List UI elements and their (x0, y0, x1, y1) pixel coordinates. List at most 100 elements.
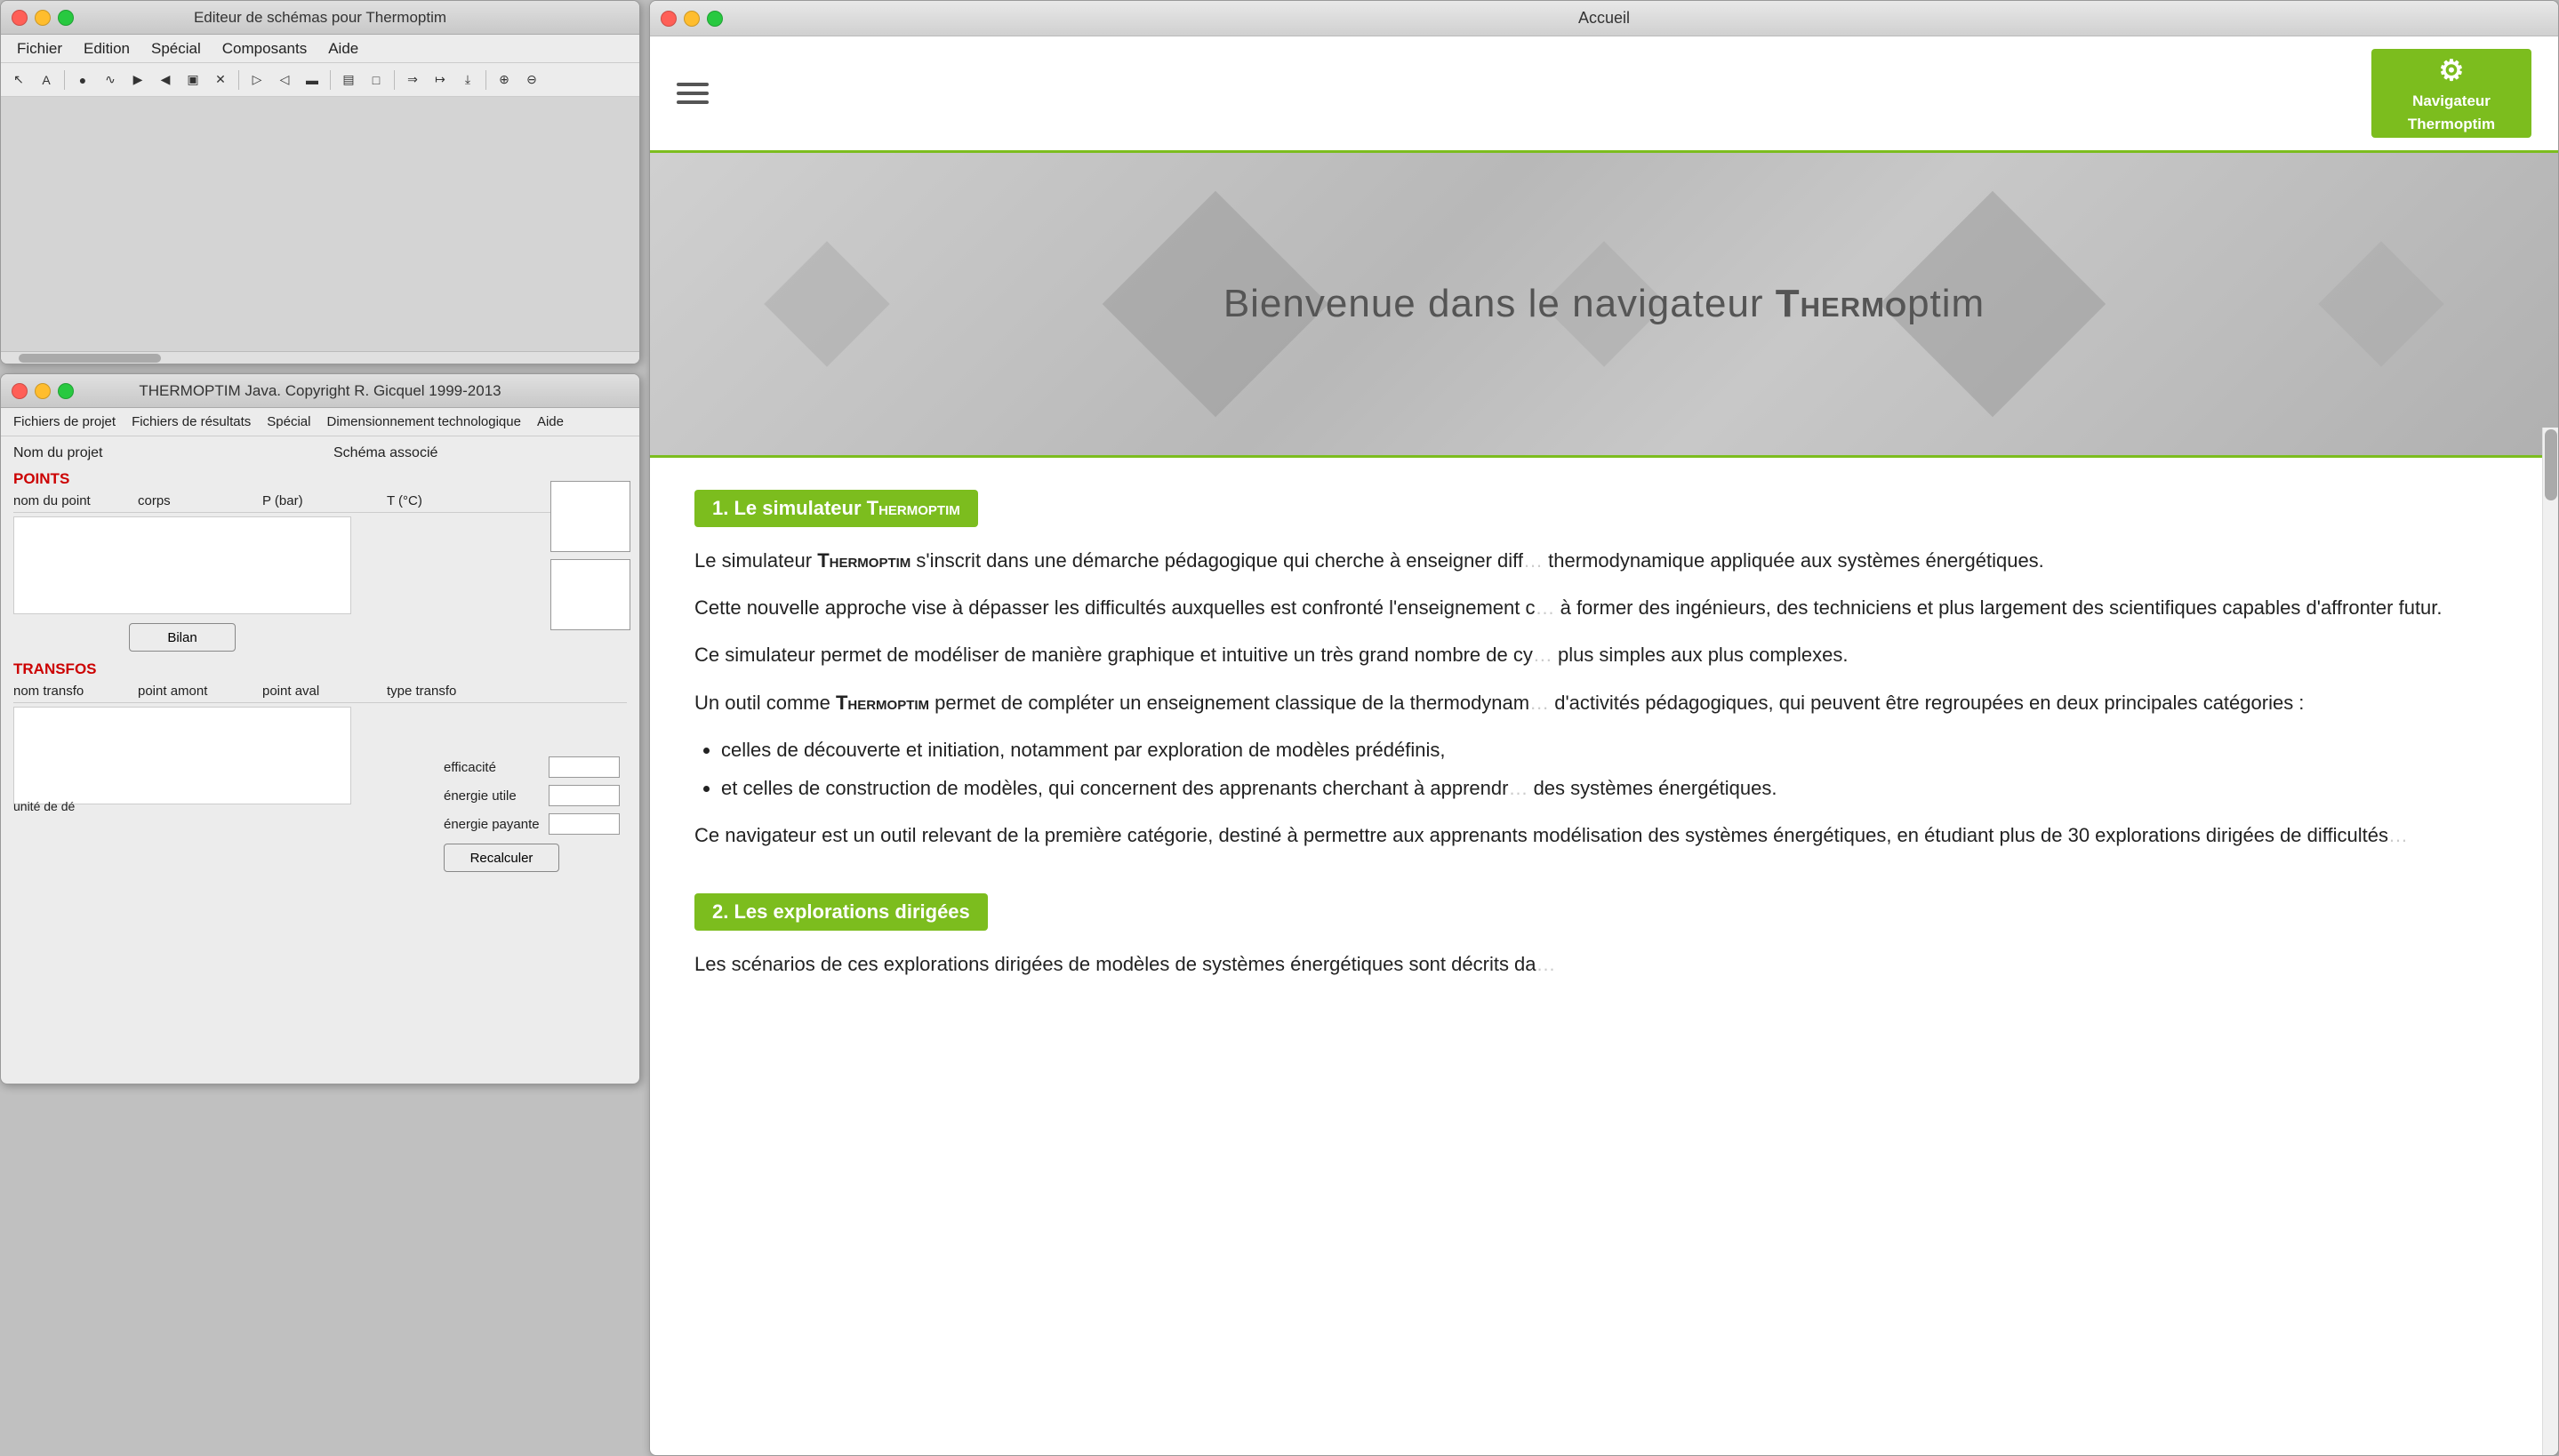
thermo-menu-aide[interactable]: Aide (530, 412, 571, 431)
tool-rect[interactable]: ▬ (300, 68, 325, 92)
tool-box[interactable]: ▣ (180, 68, 205, 92)
menu-fichier[interactable]: Fichier (8, 38, 71, 60)
thermo-header-p-bar: P (bar) (262, 493, 351, 508)
nav-scrollbar-thumb[interactable] (2545, 429, 2557, 500)
thermo-header-type-transfo: type transfo (387, 684, 476, 699)
efficacite-input[interactable] (549, 756, 620, 778)
editor-minimize-button[interactable] (35, 10, 51, 26)
menu-composants[interactable]: Composants (213, 38, 316, 60)
tool-select[interactable]: ↖ (6, 68, 31, 92)
thermo-box-2[interactable] (550, 559, 630, 630)
logo-line2: Thermoptim (2408, 116, 2495, 133)
thermo-menu-fichiers-resultats[interactable]: Fichiers de résultats (124, 412, 258, 431)
tool-cross[interactable]: ✕ (208, 68, 233, 92)
energie-payante-input[interactable] (549, 813, 620, 835)
tool-zoom-in[interactable]: ⊕ (492, 68, 517, 92)
tool-arrow-right[interactable]: ▶ (125, 68, 150, 92)
toolbar-sep-1 (64, 70, 65, 90)
thermo-transfos-header: nom transfo point amont point aval type … (13, 684, 627, 703)
thermo-menu-special[interactable]: Spécial (260, 412, 317, 431)
tool-zoom-out[interactable]: ⊖ (519, 68, 544, 92)
thermo-window-controls (12, 383, 74, 399)
hero-brand: Thermo (1776, 282, 1907, 325)
recalculer-button[interactable]: Recalculer (444, 844, 559, 872)
bullet-1: celles de découverte et initiation, nota… (721, 734, 2514, 765)
thermo-maximize-button[interactable] (58, 383, 74, 399)
section-1-para-3: Ce simulateur permet de modéliser de man… (694, 639, 2514, 670)
nav-titlebar: Accueil (650, 1, 2558, 36)
logo-gear-icon: ⚙ (2439, 53, 2465, 87)
section-1-para-1: Le simulateur Thermoptim s'inscrit dans … (694, 545, 2514, 576)
thermo-bilan-area: Bilan (13, 623, 351, 652)
menu-special[interactable]: Spécial (142, 38, 210, 60)
energie-payante-row: énergie payante (444, 813, 630, 835)
editor-toolbar: ↖ A ● ∿ ▶ ◀ ▣ ✕ ▷ ◁ ▬ ▤ □ ⇒ ↦ ⤓ ⊕ ⊖ (1, 63, 639, 97)
nav-minimize-button[interactable] (684, 11, 700, 27)
thermo-header-corps: corps (138, 493, 227, 508)
tool-arrow-r3[interactable]: ⇒ (400, 68, 425, 92)
thermo-menu-fichiers-projet[interactable]: Fichiers de projet (6, 412, 123, 431)
editor-window-controls (12, 10, 74, 26)
hamburger-line-1 (677, 83, 709, 86)
section-1-para-5: Ce navigateur est un outil relevant de l… (694, 820, 2514, 851)
nav-maximize-button[interactable] (707, 11, 723, 27)
thermo-close-button[interactable] (12, 383, 28, 399)
thermo-header-nom-point: nom du point (13, 493, 102, 508)
nav-window-controls (661, 11, 723, 27)
editor-maximize-button[interactable] (58, 10, 74, 26)
tool-arr-left2[interactable]: ◁ (272, 68, 297, 92)
thermo-menu-bar: Fichiers de projet Fichiers de résultats… (1, 408, 639, 436)
editor-titlebar: Editeur de schémas pour Thermoptim (1, 1, 639, 35)
thermo-header-t-c: T (°C) (387, 493, 476, 508)
efficacite-row: efficacité (444, 756, 630, 778)
energie-utile-input[interactable] (549, 785, 620, 806)
tool-square[interactable]: □ (364, 68, 389, 92)
unite-label: unité de dé (13, 799, 75, 813)
tool-circle[interactable]: ● (70, 68, 95, 92)
editor-scrollbar-thumb[interactable] (19, 354, 161, 363)
nav-window: Accueil ⚙ Navigateur Thermoptim Bienvenu… (649, 0, 2559, 1456)
section-1-badge-text: 1. Le simulateur Thermoptim (712, 497, 960, 519)
thermo-titlebar: THERMOPTIM Java. Copyright R. Gicquel 19… (1, 374, 639, 408)
menu-aide[interactable]: Aide (319, 38, 367, 60)
thermo-title: THERMOPTIM Java. Copyright R. Gicquel 19… (139, 382, 501, 400)
nav-title: Accueil (1578, 9, 1630, 28)
toolbar-sep-3 (330, 70, 331, 90)
tool-arrow-left[interactable]: ◀ (153, 68, 178, 92)
tool-arr-right2[interactable]: ▷ (245, 68, 269, 92)
editor-canvas (1, 97, 639, 364)
editor-scrollbar-horizontal[interactable] (1, 351, 639, 364)
tool-arrow-r4[interactable]: ↦ (428, 68, 453, 92)
diamond-1 (764, 241, 889, 366)
diamond-5 (2319, 241, 2444, 366)
thermo-points-table[interactable] (13, 516, 351, 614)
hero-text-before: Bienvenue dans le navigateur (1223, 282, 1776, 325)
hamburger-line-2 (677, 92, 709, 95)
section-1-bullets: celles de découverte et initiation, nota… (721, 734, 2514, 804)
section-2-badge-text: 2. Les explorations dirigées (712, 900, 970, 923)
editor-close-button[interactable] (12, 10, 28, 26)
thermo-box-1[interactable] (550, 481, 630, 552)
thermo-transfos-table[interactable] (13, 707, 351, 804)
nav-close-button[interactable] (661, 11, 677, 27)
editor-title: Editeur de schémas pour Thermoptim (194, 9, 446, 27)
thermo-transfos-title: TRANSFOS (13, 660, 627, 678)
thermo-header-nom-transfo: nom transfo (13, 684, 102, 699)
tool-list[interactable]: ▤ (336, 68, 361, 92)
section-2-badge: 2. Les explorations dirigées (694, 893, 988, 931)
hamburger-menu-button[interactable] (677, 83, 709, 104)
tool-down[interactable]: ⤓ (455, 68, 480, 92)
menu-edition[interactable]: Edition (75, 38, 139, 60)
nav-hero: Bienvenue dans le navigateur Thermoptim (650, 153, 2558, 455)
nav-logo: ⚙ Navigateur Thermoptim (2371, 49, 2531, 138)
bilan-button[interactable]: Bilan (129, 623, 236, 652)
thermo-menu-dimensionnement[interactable]: Dimensionnement technologique (319, 412, 527, 431)
nav-body: 1. Le simulateur Thermoptim Le simulateu… (650, 458, 2558, 1456)
energie-utile-label: énergie utile (444, 788, 541, 804)
hero-text-cut: ptim (1907, 282, 1985, 325)
thermo-minimize-button[interactable] (35, 383, 51, 399)
tool-text[interactable]: A (34, 68, 59, 92)
tool-wave[interactable]: ∿ (98, 68, 123, 92)
toolbar-sep-2 (238, 70, 239, 90)
nav-scrollbar[interactable] (2542, 428, 2558, 1455)
